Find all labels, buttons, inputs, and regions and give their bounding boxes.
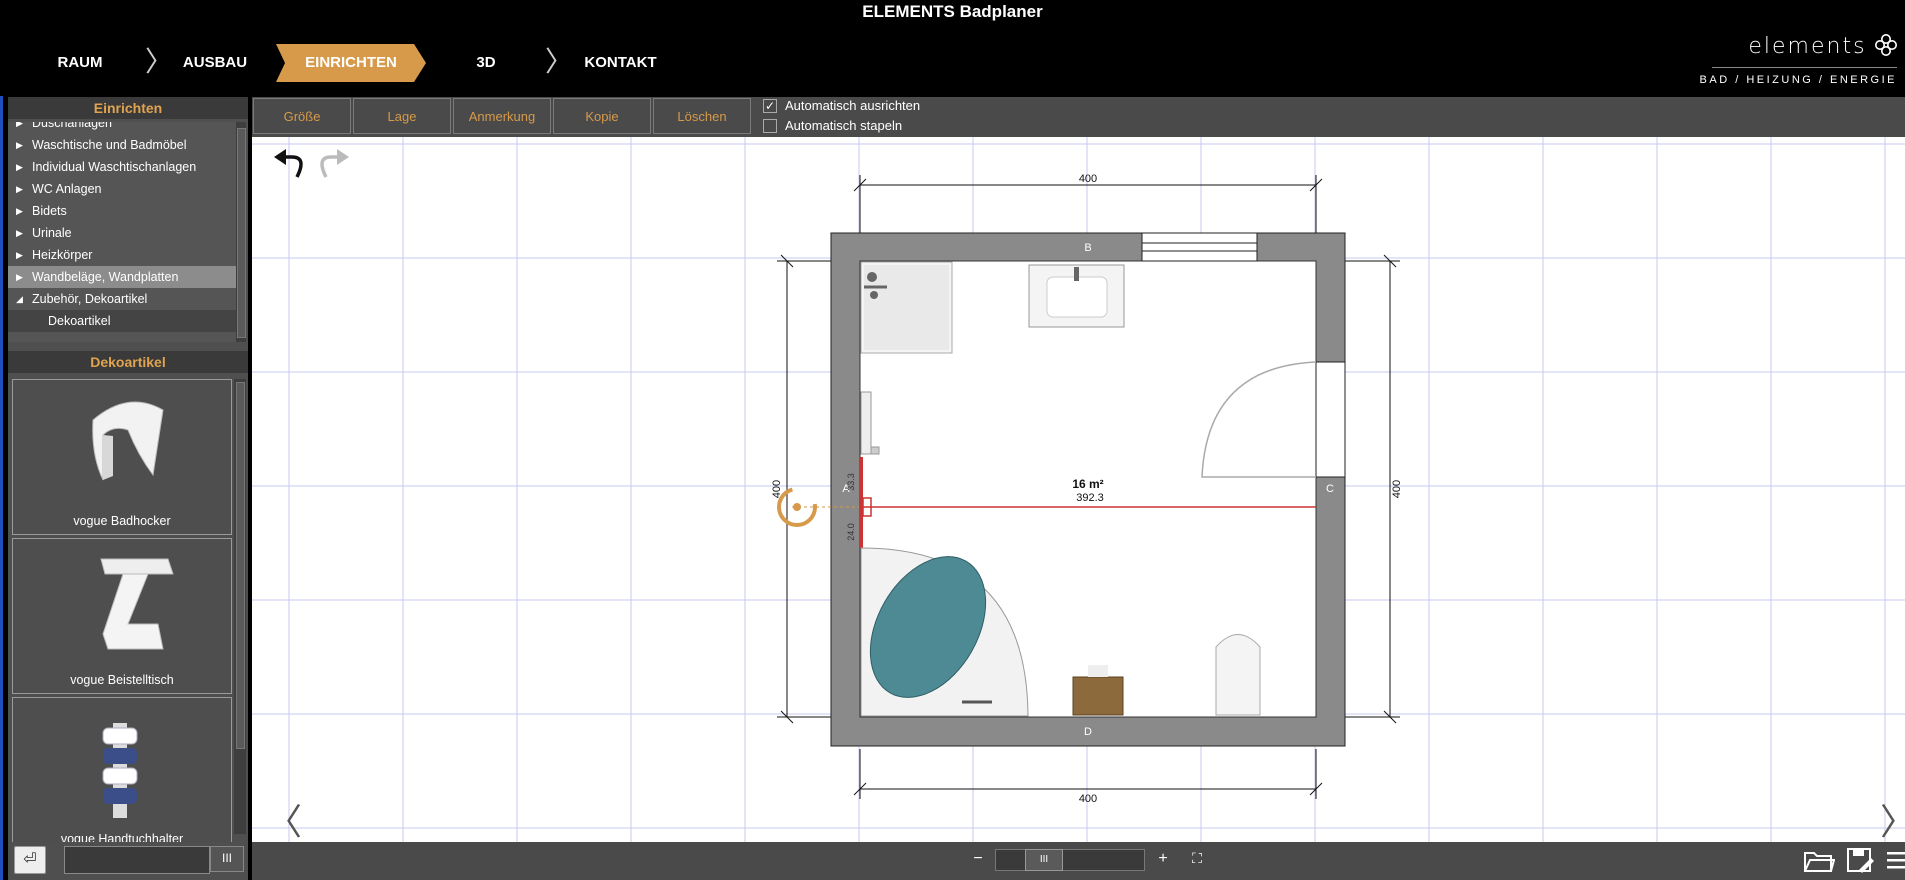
panel-title-dekoartikel: Dekoartikel: [8, 351, 248, 373]
wall-b-label: B: [1084, 242, 1091, 254]
category-bidets[interactable]: ▶ Bidets: [8, 200, 236, 222]
category-heizkoerper[interactable]: ▶ Heizkörper: [8, 244, 236, 266]
product-scrollbar[interactable]: [234, 379, 246, 834]
auto-stack-checkbox[interactable]: [763, 119, 777, 133]
size-button[interactable]: Größe: [253, 98, 351, 134]
toilet[interactable]: [1215, 634, 1261, 716]
delete-button[interactable]: Löschen: [653, 98, 751, 134]
product-label: vogue Beistelltisch: [70, 673, 174, 687]
product-list: vogue Badhocker vogue Beistelltisch vogu…: [12, 379, 234, 853]
brand-mark-icon: [1875, 34, 1897, 56]
category-wandbelaege[interactable]: ▶ Wandbeläge, Wandplatten: [8, 266, 236, 288]
step-raum[interactable]: RAUM: [40, 44, 120, 82]
category-zubehoer[interactable]: ◢ Zubehör, Dekoartikel: [8, 288, 236, 310]
wall-c-label: C: [1326, 483, 1334, 495]
beistelltisch-image: [100, 558, 174, 650]
search-input[interactable]: [64, 846, 210, 874]
open-folder-icon[interactable]: [1803, 847, 1835, 873]
undo-icon[interactable]: [274, 149, 303, 178]
category-urinale[interactable]: ▶ Urinale: [8, 222, 236, 244]
product-card-handtuchhalter[interactable]: vogue Handtuchhalter: [12, 697, 232, 853]
back-icon[interactable]: ⏎: [14, 846, 46, 874]
auto-stack-label: Automatisch stapeln: [785, 118, 903, 133]
window-edge: [0, 0, 3, 880]
redo-icon[interactable]: [320, 149, 349, 178]
note-button[interactable]: Anmerkung: [453, 98, 551, 134]
measure-up: 33.3: [846, 473, 856, 491]
zoom-out-button[interactable]: −: [970, 850, 986, 868]
auto-align-label: Automatisch ausrichten: [785, 98, 921, 113]
floor-plan-canvas[interactable]: 400 400 400 400 B C D A 16 m² 392.3 33.3…: [252, 137, 1905, 842]
menu-icon[interactable]: [1885, 850, 1905, 872]
dim-right-label: 400: [1391, 480, 1403, 498]
category-wc-anlagen[interactable]: ▶ WC Anlagen: [8, 178, 236, 200]
category-scrollbar[interactable]: [236, 122, 246, 342]
rotate-handle-icon[interactable]: [777, 487, 817, 527]
nav-prev-icon[interactable]: 〈: [266, 793, 302, 845]
room-area: 16 m²: [1072, 477, 1103, 491]
category-individual-waschtische[interactable]: ▶ Individual Waschtischanlagen: [8, 156, 236, 178]
measure-length: 392.3: [1076, 492, 1104, 504]
zoom-slider[interactable]: [995, 849, 1145, 871]
wall-d-label: D: [1084, 726, 1092, 738]
brand-logo: elements BAD / HEIZUNG / ENERGIE: [1700, 34, 1897, 86]
zoom-in-button[interactable]: +: [1155, 850, 1171, 868]
step-einrichten[interactable]: EINRICHTEN: [276, 44, 426, 82]
chevron-right-icon: 〉: [545, 46, 574, 77]
badhocker-image: [92, 401, 164, 481]
top-bar: ELEMENTS Badplaner RAUM 〉 AUSBAU EINRICH…: [0, 0, 1905, 96]
product-card-badhocker[interactable]: vogue Badhocker: [12, 379, 232, 535]
category-duschanlagen[interactable]: ▶ Duschanlagen: [8, 122, 236, 134]
shower[interactable]: [860, 261, 953, 354]
copy-button[interactable]: Kopie: [553, 98, 651, 134]
brand-tagline: BAD / HEIZUNG / ENERGIE: [1699, 74, 1897, 86]
product-card-beistelltisch[interactable]: vogue Beistelltisch: [12, 538, 232, 694]
handtuchhalter-image: [102, 723, 138, 818]
auto-align-checkbox[interactable]: ✓: [763, 99, 777, 113]
category-list: ▶ Duschanlagen ▶ Waschtische und Badmöbel …: [8, 122, 236, 342]
nav-next-icon[interactable]: 〉: [1880, 793, 1905, 845]
washbasin[interactable]: [1028, 264, 1125, 328]
view-toggle-button[interactable]: III: [210, 846, 244, 872]
dim-bottom-label: 400: [1079, 793, 1097, 805]
category-dekoartikel[interactable]: Dekoartikel: [8, 310, 236, 332]
dim-top-label: 400: [1079, 173, 1097, 185]
position-button[interactable]: Lage: [353, 98, 451, 134]
brand-name: elements: [1748, 34, 1867, 59]
fit-screen-icon[interactable]: ⛶: [1188, 850, 1206, 867]
save-icon[interactable]: [1845, 846, 1875, 874]
measure-down: 24.0: [846, 523, 856, 541]
step-3d[interactable]: 3D: [456, 44, 516, 82]
zoom-slider-thumb[interactable]: III: [1025, 849, 1063, 871]
step-kontakt[interactable]: KONTAKT: [578, 44, 663, 82]
step-ausbau[interactable]: AUSBAU: [175, 44, 255, 82]
panel-title-einrichten: Einrichten: [8, 97, 248, 119]
product-label: vogue Badhocker: [73, 514, 171, 528]
app-title: ELEMENTS Badplaner: [862, 2, 1043, 21]
category-waschtische[interactable]: ▶ Waschtische und Badmöbel: [8, 134, 236, 156]
chevron-right-icon: 〉: [145, 46, 174, 77]
